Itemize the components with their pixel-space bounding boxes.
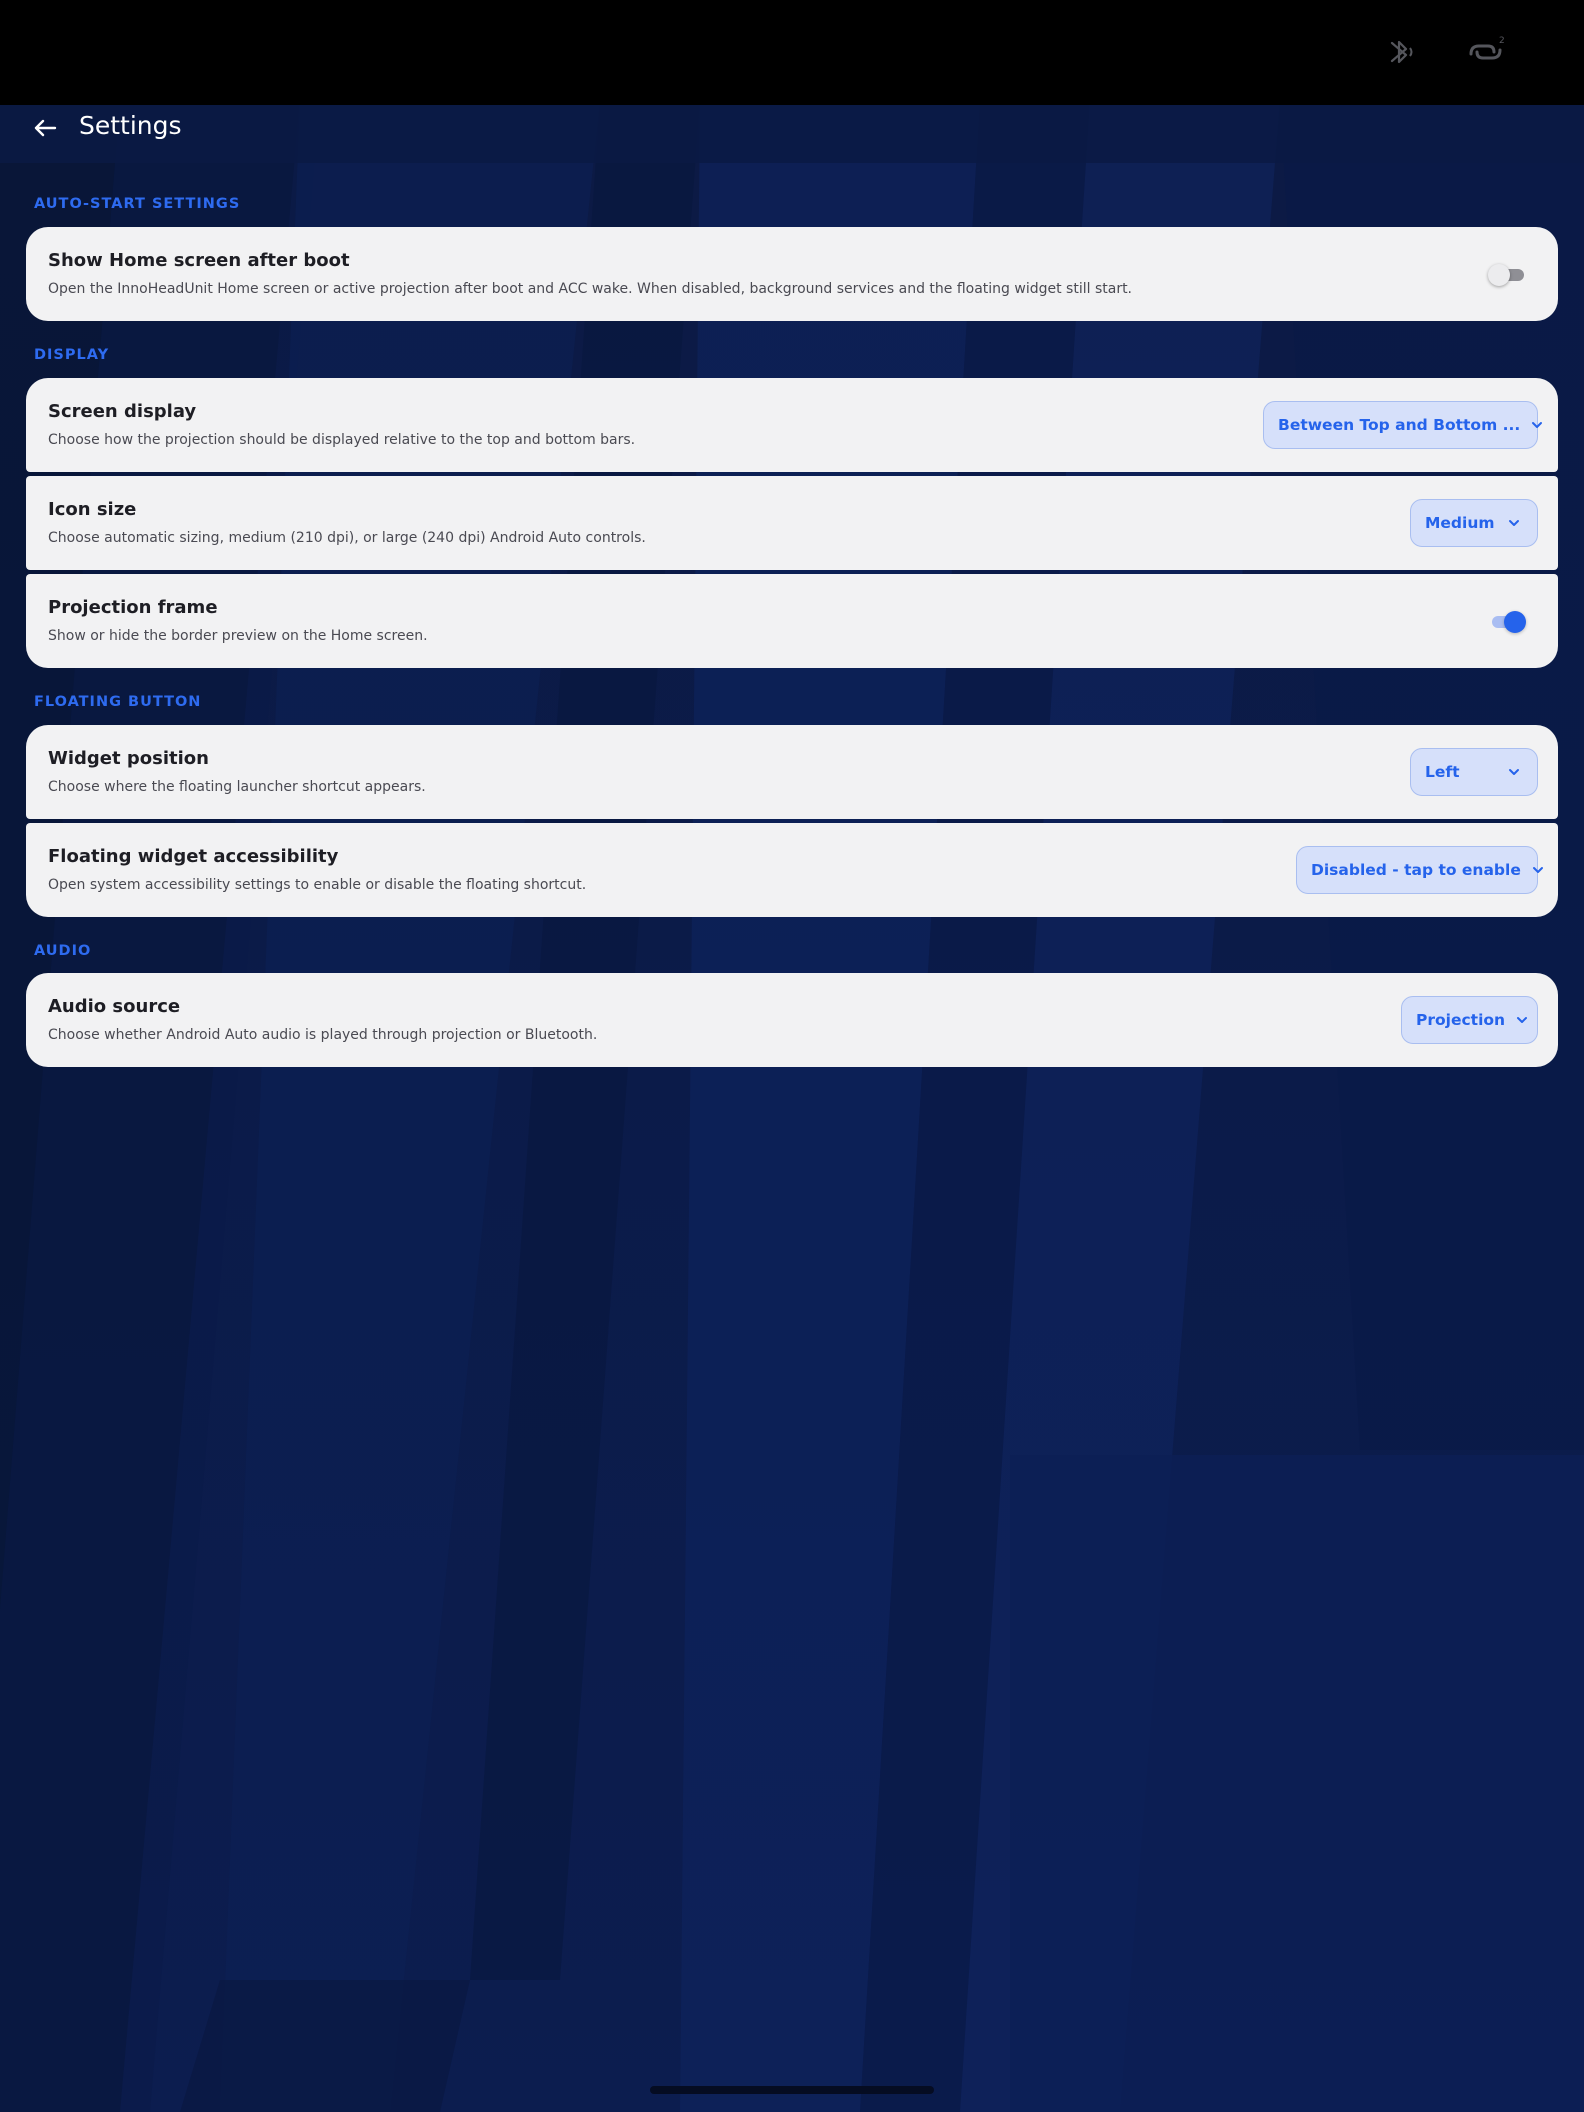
- bluetooth-icon: [1390, 40, 1413, 64]
- setting-description: Choose automatic sizing, medium (210 dpi…: [48, 530, 646, 546]
- setting-description: Show or hide the border preview on the H…: [48, 628, 428, 644]
- setting-widget-position[interactable]: Widget position Choose where the floatin…: [26, 725, 1558, 819]
- setting-description: Choose where the floating launcher short…: [48, 779, 426, 795]
- setting-icon-size[interactable]: Icon size Choose automatic sizing, mediu…: [26, 476, 1558, 570]
- toggle-thumb: [1504, 611, 1526, 633]
- dropdown-value: Left: [1425, 763, 1460, 781]
- accessibility-dropdown[interactable]: Disabled - tap to enable: [1296, 846, 1543, 894]
- chevron-down-icon: [1532, 422, 1543, 428]
- setting-title: Screen display: [48, 401, 197, 422]
- icon-size-dropdown[interactable]: Medium: [1410, 499, 1538, 547]
- setting-description: Choose how the projection should be disp…: [48, 432, 636, 448]
- setting-title: Audio source: [48, 996, 181, 1017]
- setting-audio-source[interactable]: Audio source Choose whether Android Auto…: [26, 973, 1558, 1067]
- section-header-display: DISPLAY: [34, 347, 110, 363]
- status-bar: 2: [0, 0, 1584, 105]
- setting-title: Show Home screen after boot: [48, 250, 350, 271]
- gesture-handle[interactable]: [650, 2086, 934, 2094]
- setting-title: Floating widget accessibility: [48, 846, 339, 867]
- setting-screen-display[interactable]: Screen display Choose how the projection…: [26, 378, 1558, 472]
- setting-projection-frame[interactable]: Projection frame Show or hide the border…: [26, 574, 1558, 668]
- chevron-down-icon: [1517, 1017, 1528, 1023]
- page-title: Settings: [79, 111, 182, 140]
- dropdown-value: Between Top and Bottom ...: [1278, 416, 1521, 434]
- setting-title: Icon size: [48, 499, 137, 520]
- setting-description: Open the InnoHeadUnit Home screen or act…: [48, 281, 1133, 297]
- section-header-auto-start: AUTO-START SETTINGS: [34, 196, 241, 212]
- app-bar: Settings: [0, 105, 1584, 163]
- section-header-audio: AUDIO: [34, 943, 92, 959]
- setting-description: Open system accessibility settings to en…: [48, 877, 587, 893]
- projection-frame-toggle[interactable]: [1490, 609, 1526, 633]
- setting-description: Choose whether Android Auto audio is pla…: [48, 1027, 598, 1043]
- chevron-down-icon: [1532, 867, 1543, 873]
- arrow-left-icon[interactable]: [30, 113, 60, 143]
- audio-source-dropdown[interactable]: Projection: [1401, 996, 1538, 1044]
- toggle-thumb: [1488, 264, 1510, 286]
- chevron-down-icon: [1509, 769, 1519, 775]
- setting-title: Projection frame: [48, 597, 218, 618]
- setting-show-home-after-boot[interactable]: Show Home screen after boot Open the Inn…: [26, 227, 1558, 321]
- dropdown-value: Medium: [1425, 514, 1495, 532]
- dropdown-value: Projection: [1416, 1011, 1506, 1029]
- chevron-down-icon: [1509, 520, 1519, 526]
- widget-position-dropdown[interactable]: Left: [1410, 748, 1538, 796]
- setting-floating-widget-accessibility[interactable]: Floating widget accessibility Open syste…: [26, 823, 1558, 917]
- link-icon: 2: [1469, 36, 1505, 60]
- link-badge: 2: [1499, 36, 1505, 46]
- show-home-toggle[interactable]: [1488, 262, 1526, 286]
- dropdown-value: Disabled - tap to enable: [1311, 861, 1521, 879]
- section-header-floating-button: FLOATING BUTTON: [34, 694, 202, 710]
- screen-display-dropdown[interactable]: Between Top and Bottom ...: [1263, 401, 1543, 449]
- setting-title: Widget position: [48, 748, 209, 769]
